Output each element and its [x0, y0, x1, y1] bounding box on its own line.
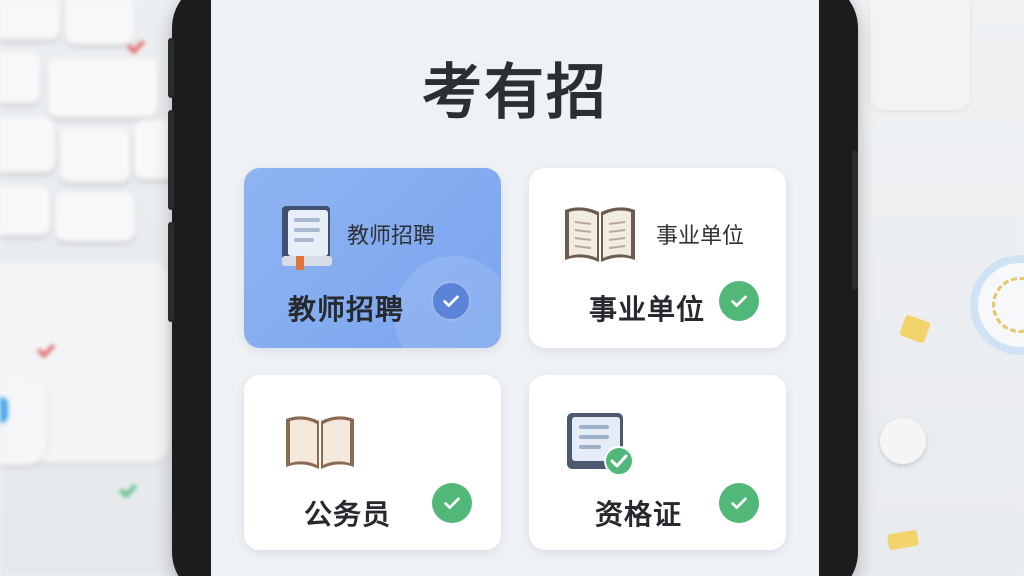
phone-side-button	[168, 38, 174, 98]
check-icon	[432, 483, 472, 523]
category-card-teacher-recruitment[interactable]: 教师招聘 教师招聘	[244, 168, 501, 348]
card-sublabel: 事业单位	[656, 224, 745, 249]
card-sublabel: 教师招聘	[347, 224, 436, 249]
book-icon	[278, 204, 336, 274]
background-object	[870, 0, 970, 110]
certificate-document-icon	[563, 411, 639, 481]
check-icon	[431, 281, 471, 321]
background-keyboard	[0, 0, 180, 576]
phone-screen: 考有招 教师招聘 教师招聘 事业单位 事业单位 公务员 资格证	[211, 0, 819, 576]
category-card-qualification-certificate[interactable]: 资格证	[529, 375, 786, 550]
check-icon	[719, 483, 759, 523]
card-label: 教师招聘	[288, 293, 405, 326]
card-label: 公务员	[304, 498, 392, 531]
open-book-icon	[561, 202, 639, 270]
app-title: 考有招	[422, 58, 608, 128]
phone-power-button	[852, 150, 858, 290]
card-label: 资格证	[595, 498, 683, 531]
background-button	[880, 418, 926, 464]
open-book-icon	[282, 411, 358, 477]
phone-side-button	[168, 222, 174, 322]
phone-side-button	[168, 110, 174, 210]
category-card-public-institution[interactable]: 事业单位 事业单位	[529, 168, 786, 348]
check-icon	[719, 281, 759, 321]
category-card-civil-servant[interactable]: 公务员	[244, 375, 501, 550]
card-label: 事业单位	[589, 293, 706, 326]
